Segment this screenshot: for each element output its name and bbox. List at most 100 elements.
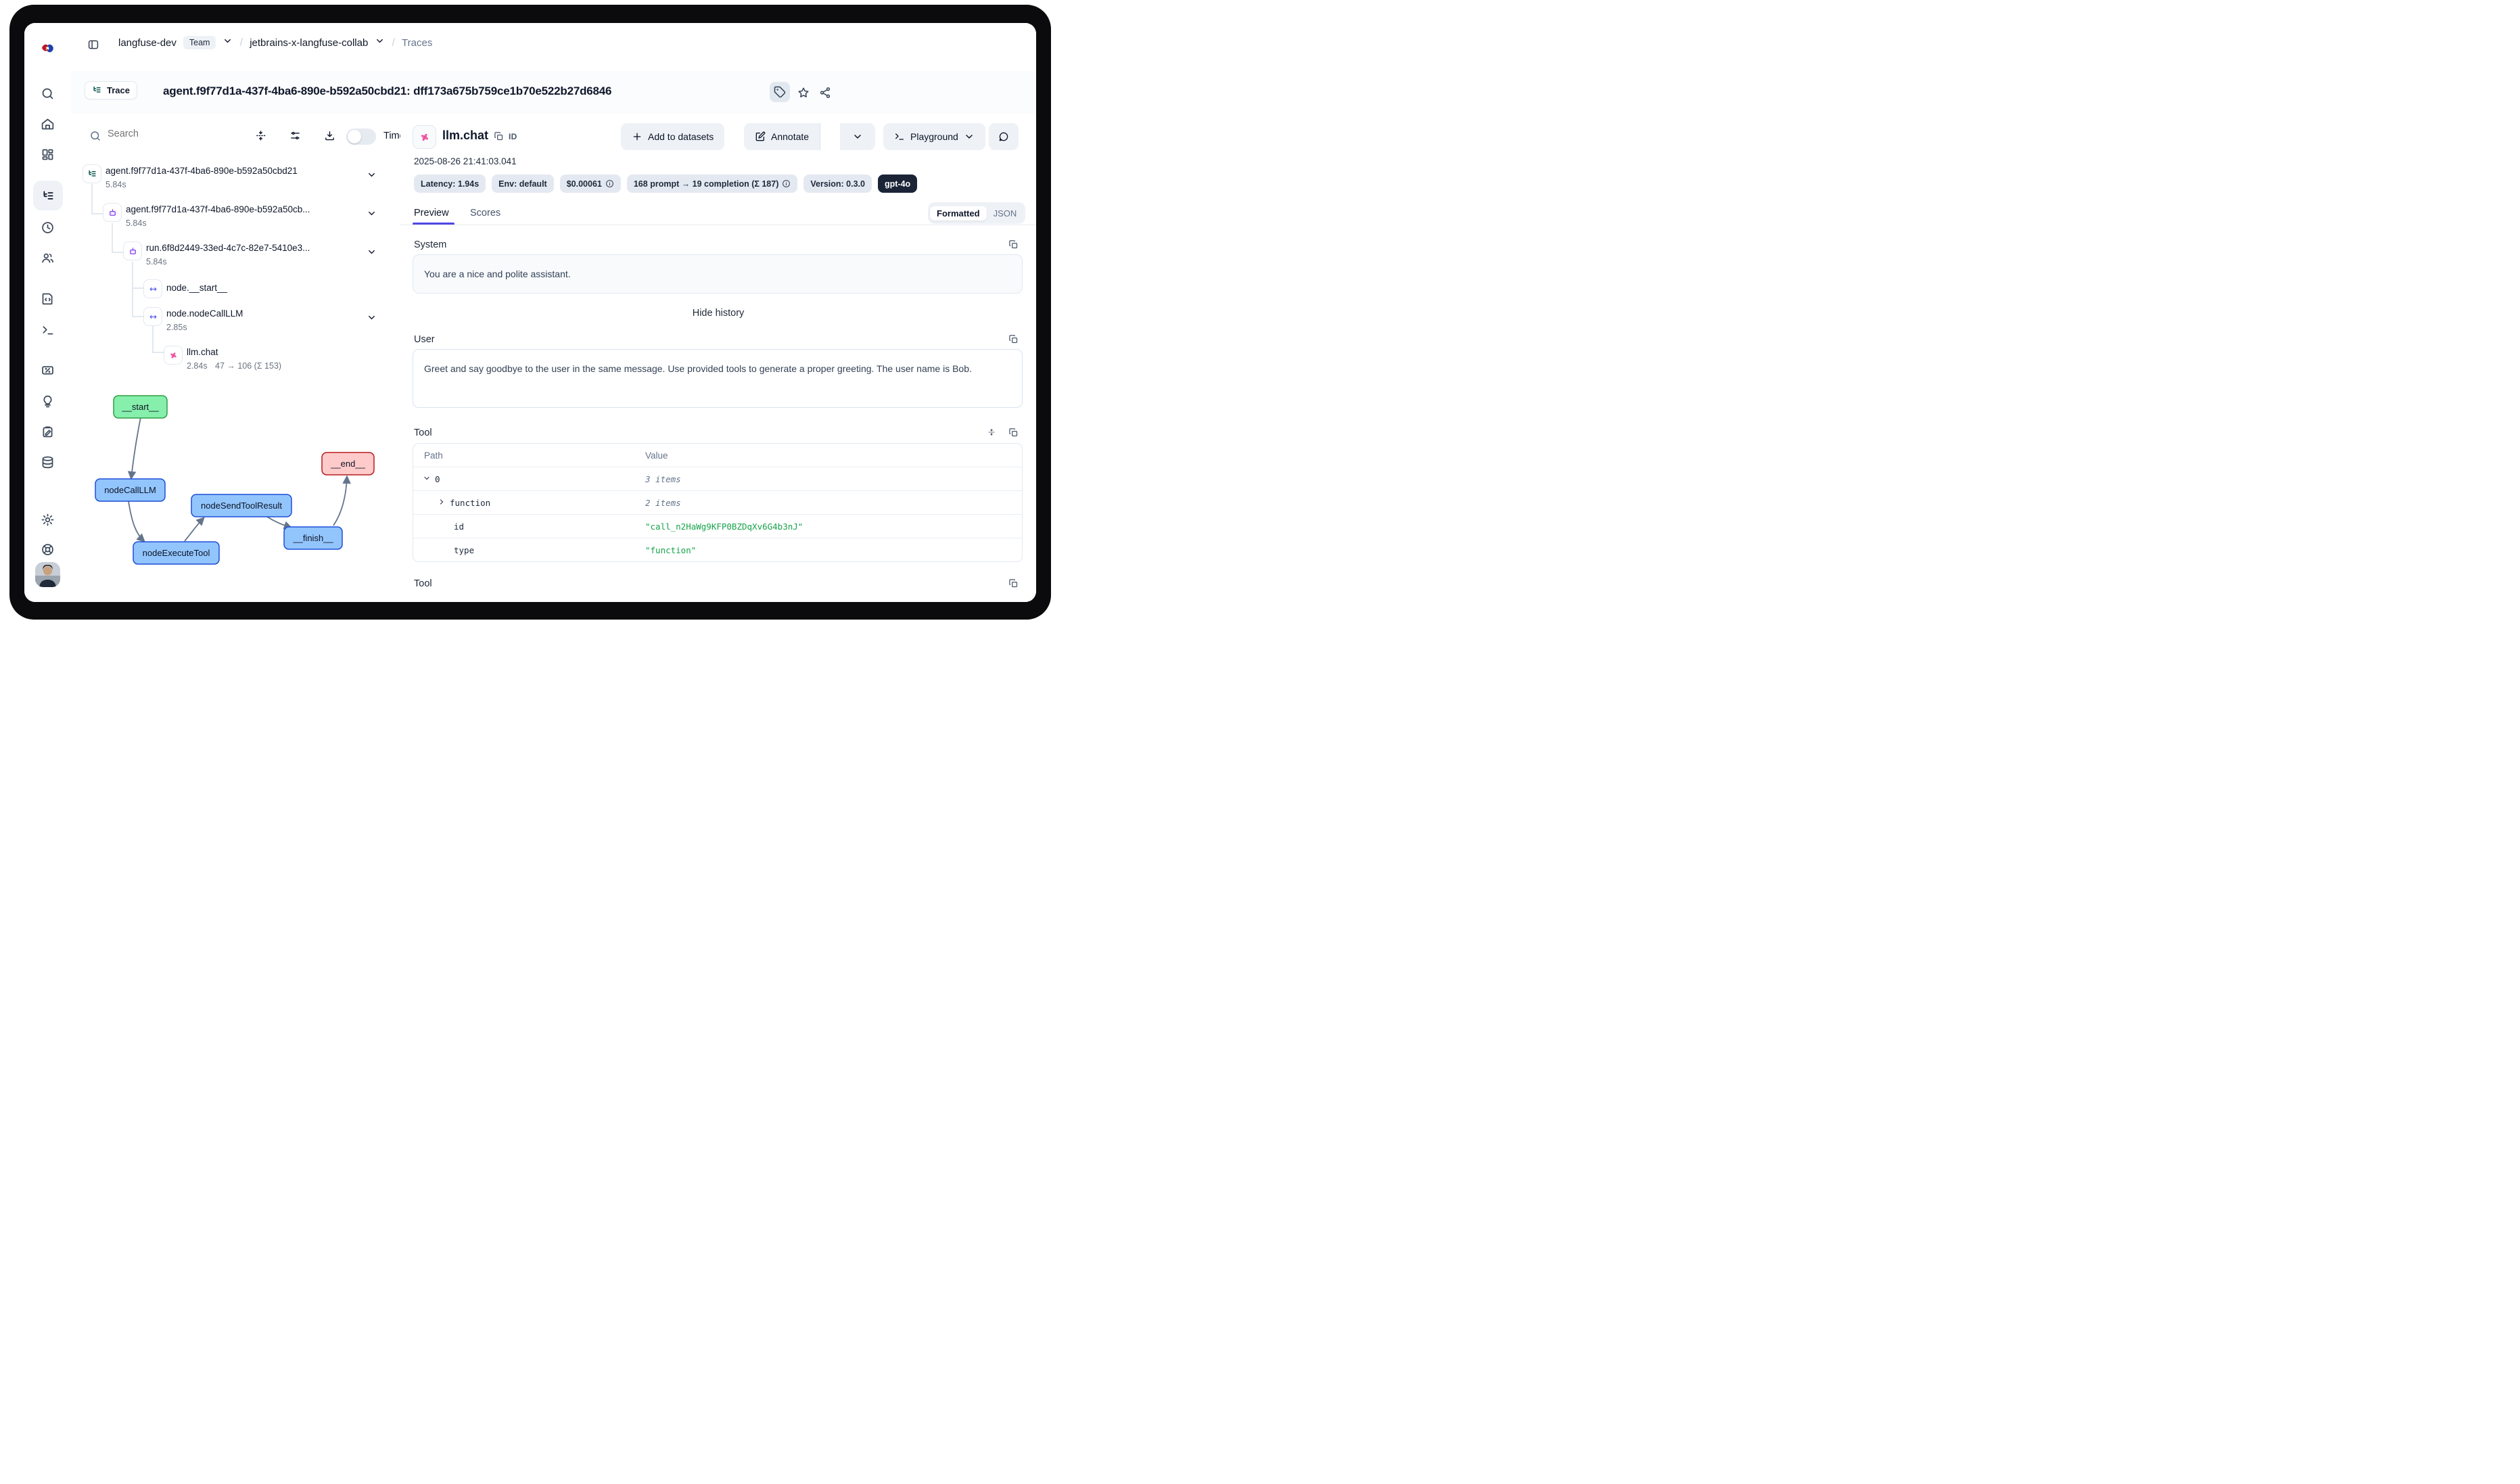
dashboard-icon[interactable] (40, 146, 56, 162)
graph-node-end-label: __end__ (330, 459, 365, 469)
annotate-dropdown-button[interactable] (840, 123, 875, 150)
tree-connector (132, 316, 143, 317)
top-bar: langfuse-dev Team / jetbrains-x-langfuse… (71, 23, 1036, 72)
chevron-down-icon[interactable] (367, 247, 377, 260)
app-window: langfuse-dev Team / jetbrains-x-langfuse… (24, 23, 1036, 602)
download-icon[interactable] (324, 130, 335, 145)
playground-icon[interactable] (40, 321, 56, 338)
avatar[interactable] (35, 562, 60, 587)
graph-node-finish-label: __finish__ (292, 533, 333, 543)
annotate-button[interactable]: Annotate (744, 123, 820, 150)
tree-item-label[interactable]: agent.f9f77d1a-437f-4ba6-890e-b592a50cbd… (106, 166, 298, 176)
tab-scores[interactable]: Scores (470, 208, 500, 218)
user-heading: User (414, 334, 435, 345)
tag-icon[interactable] (770, 82, 790, 102)
search-icon[interactable] (40, 85, 56, 101)
copy-id-icon[interactable] (494, 131, 504, 145)
annotation-icon[interactable] (40, 423, 56, 440)
table-row[interactable]: id "call_n2HaWg9KFP0BZDqXv6G4b3nJ" (413, 514, 1022, 538)
copy-system-icon[interactable] (1008, 239, 1019, 253)
settings-icon[interactable] (40, 511, 56, 528)
tree-item-label[interactable]: node.nodeCallLLM (166, 308, 243, 319)
cost-badge: $0.00061 (560, 175, 621, 193)
user-message-box: Greet and say goodbye to the user in the… (413, 349, 1023, 408)
tool-heading: Tool (414, 427, 432, 438)
sessions-icon[interactable] (40, 219, 56, 235)
breadcrumb-section[interactable]: Traces (402, 37, 432, 49)
model-badge[interactable]: gpt-4o (878, 175, 917, 193)
plus-icon (632, 131, 643, 142)
scores-icon[interactable] (40, 362, 56, 378)
tree-item-label[interactable]: llm.chat (187, 347, 218, 357)
panel-left-toggle-icon[interactable] (85, 36, 102, 53)
tree-item-label[interactable]: run.6f8d2449-33ed-4c7c-82e7-5410e3... (146, 243, 310, 253)
users-icon[interactable] (40, 250, 56, 266)
chevron-down-icon[interactable] (375, 36, 385, 49)
tree-connector (112, 223, 113, 252)
info-icon (782, 179, 791, 188)
graph-node-callllm-label: nodeCallLLM (104, 485, 156, 495)
filter-settings-icon[interactable] (289, 130, 301, 145)
expand-rows-icon[interactable] (987, 427, 996, 440)
table-row[interactable]: function 2 items (413, 490, 1022, 514)
tree-item-label[interactable]: node.__start__ (166, 283, 227, 293)
json-key: function (450, 498, 490, 508)
comments-button[interactable] (989, 123, 1019, 150)
terminal-icon (894, 131, 905, 142)
tree-connector (91, 213, 103, 214)
datasets-icon[interactable] (40, 454, 56, 470)
copy-tool2-icon[interactable] (1008, 578, 1019, 592)
chevron-down-icon[interactable] (367, 312, 377, 326)
table-row[interactable]: type "function" (413, 538, 1022, 561)
icon-rail (24, 23, 72, 602)
annotate-label: Annotate (771, 131, 809, 142)
span-node-icon (143, 279, 162, 298)
insights-icon[interactable] (40, 393, 56, 409)
home-icon[interactable] (40, 116, 56, 132)
add-to-datasets-button[interactable]: Add to datasets (621, 123, 724, 150)
trace-type-badge: Trace (85, 81, 137, 99)
chevron-down-icon[interactable] (367, 208, 377, 222)
sidebar-item-traces-active[interactable] (33, 181, 63, 210)
json-value: 3 items (645, 474, 681, 484)
tree-search-input[interactable] (106, 128, 197, 140)
prompts-icon[interactable] (40, 290, 56, 306)
tree-connector (152, 352, 164, 353)
generation-type-icon (413, 125, 436, 149)
chevron-down-icon[interactable] (223, 36, 233, 49)
generation-node-icon (164, 346, 183, 365)
tree-connector (132, 262, 133, 317)
playground-label: Playground (910, 131, 958, 142)
breadcrumb-workspace[interactable]: langfuse-dev (118, 37, 177, 49)
playground-button[interactable]: Playground (883, 123, 985, 150)
chevron-down-icon[interactable] (423, 474, 431, 484)
chevron-right-icon[interactable] (438, 498, 446, 508)
share-icon[interactable] (817, 85, 833, 101)
tab-preview[interactable]: Preview (414, 208, 449, 218)
format-json-option[interactable]: JSON (987, 206, 1024, 221)
latency-badge: Latency: 1.94s (414, 175, 486, 193)
json-value: "function" (645, 545, 696, 555)
tree-connector (132, 287, 143, 289)
table-row[interactable]: 0 3 items (413, 467, 1022, 490)
copy-user-icon[interactable] (1008, 334, 1019, 348)
copy-tool-icon[interactable] (1008, 427, 1019, 441)
tree-search-icon (89, 129, 102, 143)
timeline-toggle[interactable] (346, 129, 376, 145)
col-value: Value (645, 450, 668, 461)
breadcrumb-project[interactable]: jetbrains-x-langfuse-collab (250, 37, 368, 49)
collapse-all-icon[interactable] (255, 130, 266, 145)
system-message-box: You are a nice and polite assistant. (413, 254, 1023, 294)
support-icon[interactable] (40, 541, 56, 557)
info-icon (605, 179, 614, 188)
favorite-star-icon[interactable] (795, 85, 812, 101)
chevron-down-icon (852, 131, 863, 142)
tree-item-label[interactable]: agent.f9f77d1a-437f-4ba6-890e-b592a50cb.… (126, 204, 310, 214)
tree-item-duration: 5.84s (126, 218, 147, 228)
edge-callllm-executetool (129, 501, 144, 541)
format-formatted-option[interactable]: Formatted (930, 206, 987, 221)
hide-history-link[interactable]: Hide history (400, 308, 1036, 319)
chevron-down-icon[interactable] (367, 170, 377, 183)
tree-connector (152, 325, 154, 352)
trace-node-icon (83, 164, 101, 183)
